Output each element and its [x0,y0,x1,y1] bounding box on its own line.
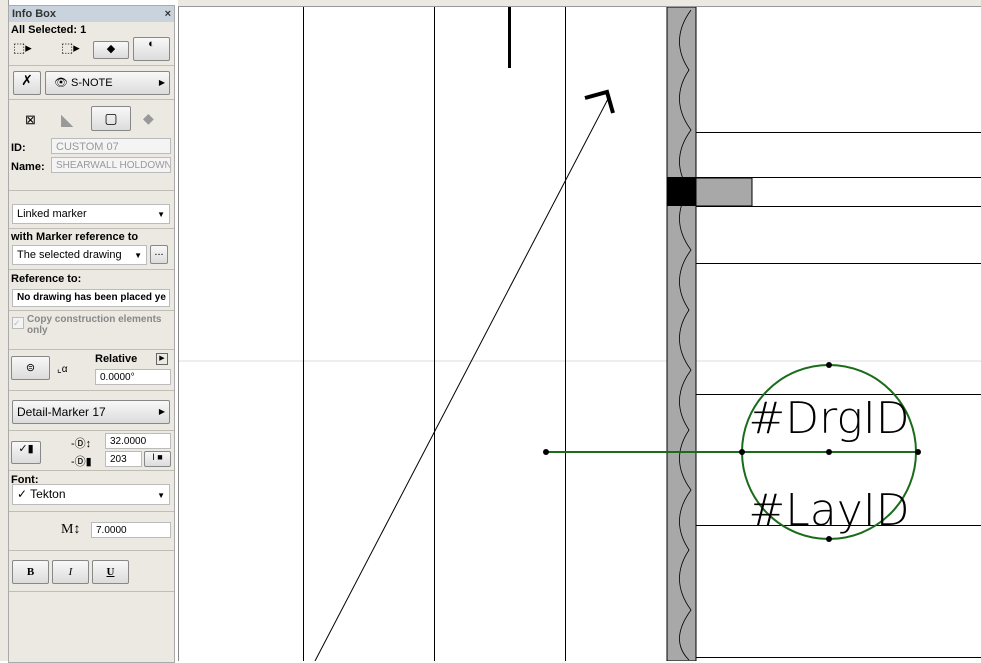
marker-ref-dropdown[interactable]: The selected drawing [12,245,147,265]
text-size-field[interactable]: 7.0000 [91,522,171,538]
angle-icon: ⌞α [57,364,68,375]
bold-button[interactable]: B [12,560,49,584]
relative-label: Relative [95,353,138,365]
pick-tool-button[interactable]: ✗ [13,71,41,95]
selection-tool-icon[interactable]: ⬚▸ [13,40,32,56]
holdown-block [667,177,696,206]
angle-field[interactable]: 0.0000° [95,369,171,385]
name-label: Name: [11,161,45,173]
underline-button[interactable]: U [92,560,129,584]
detail-marker[interactable]: #DrgID #LayID [543,362,921,542]
holdown-plate [695,177,753,207]
text-size-icon: M↕ [61,522,81,537]
marker-type-dropdown[interactable]: Linked marker [12,204,170,224]
id-label: ID: [11,142,26,154]
marker-type-none-icon[interactable]: ⊠ [25,112,36,128]
more-button[interactable]: ... [150,245,168,264]
marker-type-rotated-icon[interactable]: ◆ [143,110,154,127]
reference-label: Reference to: [11,273,82,285]
eraser-button[interactable]: ◆ [93,41,129,59]
pen-field[interactable]: 203 [105,451,142,467]
size-field[interactable]: 32.0000 [105,433,171,449]
layout-id-text: #LayID [748,485,909,536]
marker-type-rect-button[interactable]: ▢ [91,106,131,131]
layer-label: S-NOTE [71,77,113,89]
marker-type-angled-icon[interactable]: ◣ [61,110,73,130]
panel-title-bar: Info Box × [9,6,174,22]
name-field[interactable]: SHEARWALL HOLDOWN [51,157,171,173]
leader-arrowhead [584,89,615,114]
pen-icon: -Ⓓ▮ [71,456,92,468]
copy-elements-checkbox[interactable]: ✓ [12,317,24,329]
orientation-button[interactable]: ⊜ [11,356,50,380]
size-icon: -Ⓓ↕ [71,438,92,450]
marquee-icon[interactable]: ⬚▸ [61,40,80,56]
font-dropdown[interactable]: ✓ Tekton [12,484,170,505]
info-box-panel: Info Box × All Selected: 1 ⬚▸ ⬚▸ ◆ ◐ ✗ 👁 … [8,5,175,663]
copy-elements-label: Copy construction elements only [27,314,162,336]
wall [666,7,697,661]
grid-lines [303,7,566,661]
italic-button[interactable]: I [52,560,89,584]
canvas-top-ruler [178,0,981,7]
layer-button[interactable]: 👁 S-NOTE ▶ [45,71,170,95]
reference-field: No drawing has been placed ye [12,289,170,307]
relative-menu-arrow[interactable]: ▶ [156,353,168,365]
panel-title: Info Box [12,8,56,20]
marker-ref-label: with Marker reference to [11,231,139,243]
all-selected-label: All Selected: 1 [11,24,87,36]
close-icon[interactable]: × [165,6,171,22]
leader-line [314,96,610,661]
settings-button[interactable]: ◐ [133,37,170,61]
eye-icon: 👁 [54,77,68,89]
marker-name-label: Detail-Marker 17 [17,405,106,419]
drawing-id-text: #DrgID [748,393,909,444]
marker-name-button[interactable]: Detail-Marker 17 ▶ [12,400,170,424]
id-field[interactable]: CUSTOM 07 [51,138,171,154]
pen-color-button[interactable]: I ■ [144,451,171,467]
drawing-canvas[interactable]: #DrgID #LayID [178,7,981,661]
pen-override-button[interactable]: ✓▮ [11,441,41,464]
